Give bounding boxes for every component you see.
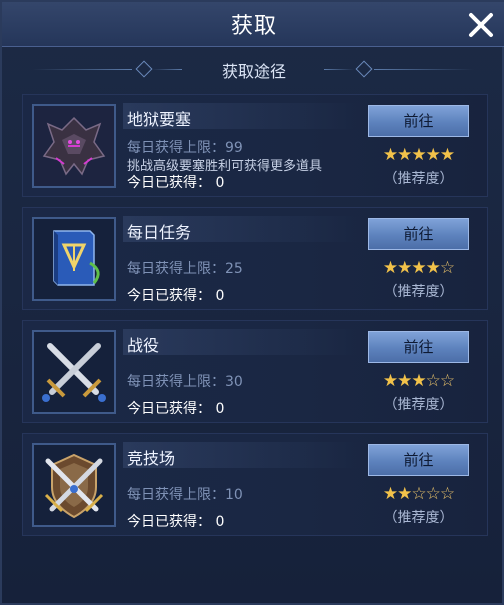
go-button[interactable]: 前往 — [368, 331, 469, 363]
rating-stars: ★★★★☆ — [368, 258, 469, 278]
daily-limit: 每日获得上限：30 — [127, 374, 243, 390]
rating-stars: ★★☆☆☆ — [368, 484, 469, 504]
star-filled-icon: ★ — [397, 258, 412, 278]
star-empty-icon: ☆ — [439, 258, 455, 278]
route-card-daily-task: 每日任务 每日获得上限：25 今日已获得： 0 前往 ★★★★☆ （推荐度） — [22, 207, 488, 310]
star-filled-icon: ★ — [382, 484, 398, 504]
daily-limit: 每日获得上限：99 — [127, 140, 243, 156]
star-empty-icon: ☆ — [439, 484, 455, 504]
star-filled-icon: ★ — [411, 145, 426, 165]
book-icon — [32, 217, 116, 301]
star-filled-icon: ★ — [382, 371, 398, 391]
star-filled-icon: ★ — [425, 258, 441, 278]
route-name: 战役 — [127, 336, 160, 355]
section-subtitle: 获取途径 — [221, 62, 286, 81]
star-empty-icon: ☆ — [425, 484, 441, 504]
route-name: 每日任务 — [127, 223, 192, 242]
acquire-dialog: 获取 获取途径 地狱要塞 每日获得上限：99 挑战高级要塞胜利可获得更多道具 今… — [0, 0, 504, 605]
go-button[interactable]: 前往 — [368, 218, 469, 250]
divider-line — [374, 69, 474, 70]
star-empty-icon: ☆ — [425, 371, 441, 391]
star-filled-icon: ★ — [411, 371, 426, 391]
star-filled-icon: ★ — [382, 145, 398, 165]
go-button[interactable]: 前往 — [368, 105, 469, 137]
star-filled-icon: ★ — [411, 258, 426, 278]
crossed-swords-icon — [32, 330, 116, 414]
daily-limit: 每日获得上限：25 — [127, 261, 243, 277]
shield-swords-icon — [32, 443, 116, 527]
route-name: 地狱要塞 — [127, 110, 192, 129]
rating-stars: ★★★☆☆ — [368, 371, 469, 391]
close-icon[interactable] — [466, 10, 496, 40]
star-empty-icon: ☆ — [439, 371, 455, 391]
today-obtained: 今日已获得： 0 — [127, 514, 225, 530]
recommend-label: （推荐度） — [383, 510, 454, 526]
star-filled-icon: ★ — [397, 145, 412, 165]
daily-limit: 每日获得上限：10 — [127, 487, 243, 503]
route-card-hell-fortress: 地狱要塞 每日获得上限：99 挑战高级要塞胜利可获得更多道具 今日已获得： 0 … — [22, 94, 488, 197]
recommend-label: （推荐度） — [383, 171, 454, 187]
route-card-campaign: 战役 每日获得上限：30 今日已获得： 0 前往 ★★★☆☆ （推荐度） — [22, 320, 488, 423]
star-filled-icon: ★ — [382, 258, 398, 278]
star-filled-icon: ★ — [439, 145, 455, 165]
today-obtained: 今日已获得： 0 — [127, 401, 225, 417]
route-card-arena: 竞技场 每日获得上限：10 今日已获得： 0 前往 ★★☆☆☆ （推荐度） — [22, 433, 488, 536]
route-name: 竞技场 — [127, 449, 176, 468]
star-empty-icon: ☆ — [411, 484, 426, 504]
rating-stars: ★★★★★ — [368, 145, 469, 165]
today-obtained: 今日已获得： 0 — [127, 288, 225, 304]
star-filled-icon: ★ — [397, 371, 412, 391]
divider-line — [324, 69, 354, 70]
star-filled-icon: ★ — [425, 145, 441, 165]
subtitle-row: 获取途径 — [2, 58, 504, 82]
dragon-icon — [32, 104, 116, 188]
recommend-label: （推荐度） — [383, 284, 454, 300]
today-obtained: 今日已获得： 0 — [127, 175, 225, 191]
title-bar: 获取 — [2, 2, 504, 47]
recommend-label: （推荐度） — [383, 397, 454, 413]
star-filled-icon: ★ — [397, 484, 412, 504]
dialog-title: 获取 — [230, 14, 277, 39]
go-button[interactable]: 前往 — [368, 444, 469, 476]
